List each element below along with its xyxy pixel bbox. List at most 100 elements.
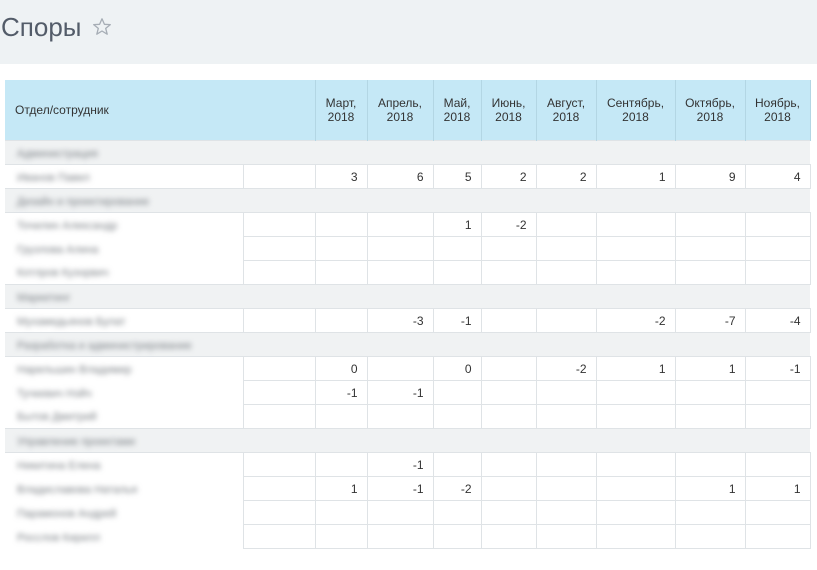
value-cell: -2 [432,476,482,501]
employee-name[interactable]: Мухамедьянов Булат [5,308,244,333]
value-cell [674,452,746,477]
value-cell [314,500,368,525]
value-cell [480,404,537,429]
department-name: Разработка и администрирование [5,332,810,357]
employee-row: Грузлова Алина [5,236,811,261]
report-card: Отдел/сотрудник Март, 2018 Апрель, 2018 Ма… [0,64,817,570]
value-cell: 4 [744,164,811,189]
page-header: Споры [0,0,817,64]
star-icon[interactable] [92,17,112,37]
employee-row: Парамонов Андрей [5,500,811,525]
value-cell: -1 [366,476,434,501]
department-row: Администрация [5,140,810,165]
value-cell [595,380,676,405]
value-cell: 1 [314,476,368,501]
value-cell [366,260,434,285]
name-spacer-cell [243,356,316,381]
column-header-month[interactable]: Май, 2018 [433,80,482,141]
value-cell [595,476,676,501]
employee-row: Тучкевич Нэйч -1 -1 [5,380,811,405]
name-spacer-cell [243,452,316,477]
employee-name[interactable]: Точилин Александр [5,212,244,237]
value-cell: -3 [366,308,434,333]
value-cell [535,236,597,261]
value-cell [432,380,482,405]
value-cell: -2 [595,308,676,333]
header-row: Отдел/сотрудник Март, 2018 Апрель, 2018 Ма… [5,80,811,141]
value-cell: 1 [674,356,746,381]
value-cell [535,308,597,333]
value-cell [744,260,811,285]
value-cell [744,452,811,477]
disputes-table: Отдел/сотрудник Март, 2018 Апрель, 2018 Ма… [5,80,811,549]
employee-name[interactable]: Котлров Кузнрвич [5,260,244,285]
value-cell [432,452,482,477]
department-row: Управление проектами [5,428,810,453]
value-cell [314,260,368,285]
name-spacer-cell [243,524,316,549]
value-cell: -1 [314,380,368,405]
page-title: Споры [1,12,82,42]
value-cell [314,212,368,237]
value-cell [595,452,676,477]
value-cell [595,524,676,549]
column-header-month[interactable]: Октябрь, 2018 [675,80,746,141]
value-cell [432,404,482,429]
name-spacer-cell [243,236,316,261]
value-cell [314,236,368,261]
employee-name[interactable]: Нарельшин Владимир [5,356,244,381]
column-header-month[interactable]: Август, 2018 [536,80,597,141]
employee-name[interactable]: Владиславова Наталья [5,476,244,501]
value-cell [366,404,434,429]
column-header-month[interactable]: Апрель, 2018 [367,80,434,141]
employee-name[interactable]: Иванов Павел [5,164,244,189]
value-cell [674,260,746,285]
value-cell [595,260,676,285]
employee-row: Точилин Александр 1 -2 [5,212,811,237]
value-cell [595,236,676,261]
value-cell: 6 [366,164,434,189]
column-header-month[interactable]: Ноябрь, 2018 [745,80,811,141]
value-cell [674,212,746,237]
employee-row: Владиславова Наталья 1 -1 -2 1 1 [5,476,811,501]
column-header-month[interactable]: Июнь, 2018 [481,80,537,141]
value-cell [432,524,482,549]
value-cell: -2 [535,356,597,381]
employee-name[interactable]: Никитина Елена [5,452,244,477]
employee-name[interactable]: Тучкевич Нэйч [5,380,244,405]
department-row: Маркетинг [5,284,810,309]
value-cell [744,380,811,405]
value-cell [535,476,597,501]
value-cell [535,260,597,285]
value-cell: -7 [674,308,746,333]
value-cell: -1 [366,452,434,477]
employee-name[interactable]: Росслов Кирилл [5,524,244,549]
value-cell: 0 [314,356,368,381]
value-cell: 1 [595,164,676,189]
employee-name[interactable]: Парамонов Андрей [5,500,244,525]
name-spacer-cell [243,380,316,405]
value-cell [674,236,746,261]
value-cell: 0 [432,356,482,381]
value-cell [674,500,746,525]
value-cell [480,380,537,405]
name-spacer-cell [243,404,316,429]
employee-row: Котлров Кузнрвич [5,260,811,285]
value-cell [674,524,746,549]
value-cell [480,524,537,549]
value-cell [480,476,537,501]
name-spacer-cell [243,500,316,525]
value-cell [366,212,434,237]
employee-row: Нарельшин Владимир 0 0 -2 1 1 -1 [5,356,811,381]
employee-name[interactable]: Грузлова Алина [5,236,244,261]
department-name: Управление проектами [5,428,810,453]
value-cell: -4 [744,308,811,333]
employee-name[interactable]: Бытов Дмитрий [5,404,244,429]
column-header-month[interactable]: Сентябрь, 2018 [596,80,676,141]
employee-row: Иванов Павел 3 6 5 2 2 1 9 4 [5,164,811,189]
value-cell [480,308,537,333]
employee-row: Бытов Дмитрий [5,404,811,429]
employee-row: Росслов Кирилл [5,524,811,549]
value-cell [535,452,597,477]
column-header-month[interactable]: Март, 2018 [315,80,368,141]
